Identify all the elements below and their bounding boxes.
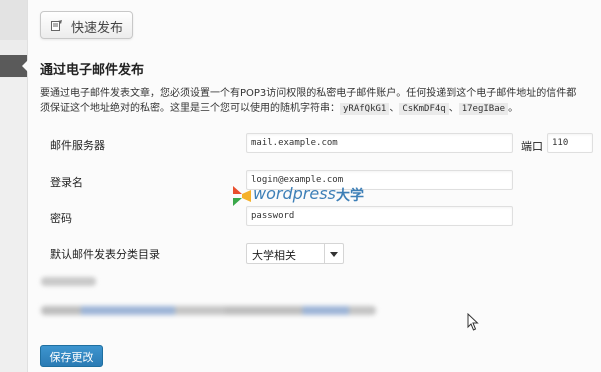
admin-menu-item-active[interactable] <box>0 55 28 77</box>
default-category-label: 默认邮件发表分类目录 <box>50 248 160 261</box>
description-line-1: 要通过电子邮件发表文章，您必须设置一个有POP3访问权限的私密电子邮件账户。任何… <box>40 88 577 99</box>
watermark: wordpress 大学 <box>233 184 373 208</box>
admin-menu-item[interactable] <box>0 78 27 372</box>
section-title: 通过电子邮件发布 <box>40 63 145 78</box>
mouse-cursor-icon <box>467 313 479 331</box>
blurred-heading <box>41 277 96 286</box>
chevron-down-icon <box>330 252 338 257</box>
save-changes-label: 保存更改 <box>49 351 94 364</box>
press-this-icon <box>51 20 62 31</box>
watermark-text: wordpress <box>253 184 336 203</box>
watermark-cn: 大学 <box>336 188 364 204</box>
random-string-3: 17egIBae <box>458 103 509 115</box>
description-line-2: 须保证这个地址绝对的私密。这里是三个您可以使用的随机字符串： yRAfQkG1、 C… <box>40 103 519 115</box>
default-category-select[interactable]: 大学相关 <box>246 243 344 264</box>
section-description: 要通过电子邮件发表文章，您必须设置一个有POP3访问权限的私密电子邮件账户。任何… <box>40 86 601 117</box>
admin-menu-item[interactable] <box>0 0 27 40</box>
port-label: 端口 <box>521 140 543 153</box>
port-input[interactable]: 110 <box>547 133 593 153</box>
watermark-logo-icon <box>233 186 251 206</box>
random-string-1: yRAfQkG1 <box>340 103 390 115</box>
password-input[interactable]: password <box>246 206 513 226</box>
press-this-label: 快速发布 <box>71 21 124 36</box>
random-string-2: CsKmDF4q <box>399 103 449 115</box>
blurred-text <box>41 306 376 315</box>
admin-sidebar <box>0 0 28 372</box>
dropdown-toggle[interactable] <box>324 244 343 263</box>
login-name-label: 登录名 <box>50 176 83 189</box>
press-this-button[interactable]: 快速发布 <box>40 11 133 39</box>
default-category-value: 大学相关 <box>252 249 296 262</box>
save-changes-button[interactable]: 保存更改 <box>40 345 103 367</box>
mail-server-label: 邮件服务器 <box>50 139 105 152</box>
mail-server-input[interactable]: mail.example.com <box>246 133 513 153</box>
password-label: 密码 <box>50 212 72 225</box>
